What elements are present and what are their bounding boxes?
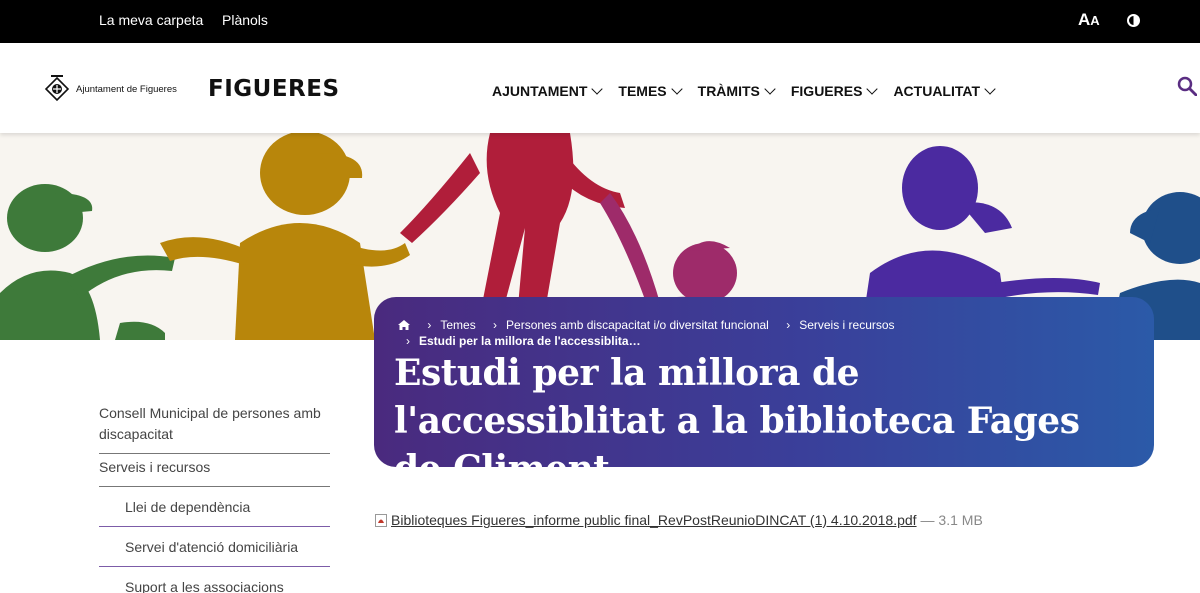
breadcrumb-current: Estudi per la millora de l'accessiblita… [419,334,641,348]
document-link[interactable]: Biblioteques Figueres_informe public fin… [391,512,917,528]
breadcrumb-separator: › [493,318,498,332]
nav-actualitat[interactable]: ACTUALITAT [893,83,996,99]
sidebar-item-associations[interactable]: Suport a les associacions [99,567,330,593]
sidebar-item-dependency-law[interactable]: Llei de dependència [99,487,330,527]
file-size: — 3.1 MB [920,512,983,528]
nav-tramits[interactable]: TRÀMITS [697,83,776,99]
contrast-icon[interactable] [1127,14,1140,27]
main-nav: AJUNTAMENT TEMES TRÀMITS FIGUERES ACTUAL… [492,83,1011,99]
city-hall-label[interactable]: Ajuntament de Figueres [76,84,177,95]
font-size-icon: A [1078,10,1091,29]
nav-label: FIGUERES [790,83,863,99]
nav-label: TEMES [618,83,667,99]
sidebar-item-council[interactable]: Consell Municipal de persones amb discap… [99,400,330,454]
breadcrumb-item[interactable]: Serveis i recursos [799,318,894,332]
breadcrumb: › Temes › Persones amb discapacitat i/o di… [398,317,1138,349]
maps-link[interactable]: Plànols [222,12,268,28]
breadcrumb-separator: › [786,318,791,332]
page-header-card: › Temes › Persones amb discapacitat i/o di… [374,297,1154,490]
nav-label: TRÀMITS [697,83,760,99]
nav-label: ACTUALITAT [893,83,981,99]
section-sidebar: Consell Municipal de persones amb discap… [99,400,330,593]
search-icon[interactable] [1177,76,1197,96]
breadcrumb-item[interactable]: Persones amb discapacitat i/o diversitat… [506,318,769,332]
chevron-down-icon [670,83,683,95]
sidebar-item-home-care[interactable]: Servei d'atenció domiciliària [99,527,330,567]
breadcrumb-separator: › [427,318,432,332]
font-size-icon-small: A [1090,13,1100,28]
utility-bar: La meva carpeta Plànols AA [0,0,1200,43]
nav-label: AJUNTAMENT [492,83,588,99]
sidebar-item-services[interactable]: Serveis i recursos [99,454,330,487]
nav-temes[interactable]: TEMES [618,83,683,99]
city-seal-icon[interactable] [44,75,70,103]
page-title: Estudi per la millora de l'accessiblitat… [394,352,1080,490]
nav-figueres[interactable]: FIGUERES [790,83,879,99]
pdf-icon [375,513,387,527]
chevron-down-icon [591,83,604,95]
home-icon[interactable] [398,320,410,330]
nav-ajuntament[interactable]: AJUNTAMENT [492,83,604,99]
chevron-down-icon [764,83,776,95]
my-folder-link[interactable]: La meva carpeta [99,12,203,28]
site-header: Ajuntament de Figueres FIGUERES AJUNTAME… [0,43,1200,133]
breadcrumb-item[interactable]: Temes [440,318,475,332]
breadcrumb-separator: › [406,334,410,348]
font-size-toggle[interactable]: AA [1078,10,1100,30]
chevron-down-icon [984,83,996,95]
chevron-down-icon [866,83,879,95]
document-attachment: Biblioteques Figueres_informe public fin… [375,512,983,528]
brand-logo[interactable]: FIGUERES [208,76,340,102]
